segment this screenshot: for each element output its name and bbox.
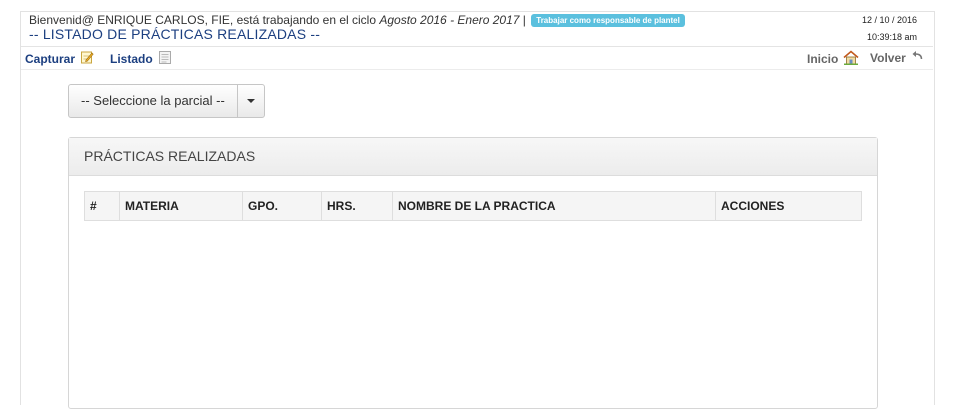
table-header-row: # MATERIA GPO. HRS. NOMBRE DE LA PRACTIC… bbox=[84, 191, 862, 221]
col-hrs[interactable]: HRS. bbox=[321, 191, 393, 221]
col-gpo[interactable]: GPO. bbox=[242, 191, 322, 221]
nav-divider bbox=[21, 69, 933, 70]
practicas-panel: PRÁCTICAS REALIZADAS # MATERIA GPO. HRS.… bbox=[68, 137, 878, 409]
inicio-label: Inicio bbox=[807, 52, 839, 66]
welcome-message: Bienvenid@ ENRIQUE CARLOS, FIE, está tra… bbox=[29, 13, 685, 27]
col-materia[interactable]: MATERIA bbox=[119, 191, 243, 221]
date-display: 12 / 10 / 2016 bbox=[861, 15, 917, 25]
inicio-link[interactable]: Inicio bbox=[807, 50, 859, 68]
welcome-text: Bienvenid@ ENRIQUE CARLOS, FIE, está tra… bbox=[29, 13, 380, 27]
back-arrow-icon bbox=[911, 50, 923, 65]
cycle-text: Agosto 2016 - Enero 2017 bbox=[379, 13, 520, 27]
page-title: -- LISTADO DE PRÁCTICAS REALIZADAS -- bbox=[29, 26, 321, 42]
edit-icon bbox=[80, 50, 94, 67]
practicas-table: # MATERIA GPO. HRS. NOMBRE DE LA PRACTIC… bbox=[84, 191, 862, 221]
parcial-select-label[interactable]: -- Seleccione la parcial -- bbox=[69, 85, 238, 117]
panel-title: PRÁCTICAS REALIZADAS bbox=[69, 138, 877, 176]
capturar-link[interactable]: Capturar bbox=[25, 50, 94, 67]
separator-text: | bbox=[519, 13, 526, 27]
parcial-select[interactable]: -- Seleccione la parcial -- bbox=[68, 84, 265, 118]
header-divider bbox=[21, 46, 933, 47]
responsable-badge[interactable]: Trabajar como responsable de plantel bbox=[531, 14, 685, 27]
caret-down-icon bbox=[246, 99, 255, 103]
volver-label: Volver bbox=[870, 50, 906, 65]
listado-link[interactable]: Listado bbox=[110, 50, 172, 68]
col-number[interactable]: # bbox=[84, 191, 120, 221]
capturar-label: Capturar bbox=[25, 51, 76, 66]
parcial-select-toggle[interactable] bbox=[238, 85, 264, 117]
volver-link[interactable]: Volver bbox=[870, 50, 923, 65]
home-icon bbox=[843, 50, 859, 68]
col-nombre-practica[interactable]: NOMBRE DE LA PRACTICA bbox=[392, 191, 716, 221]
col-acciones[interactable]: ACCIONES bbox=[715, 191, 862, 221]
list-icon bbox=[158, 50, 172, 68]
time-display: 10:39:18 am bbox=[866, 32, 917, 42]
listado-label: Listado bbox=[110, 52, 153, 66]
